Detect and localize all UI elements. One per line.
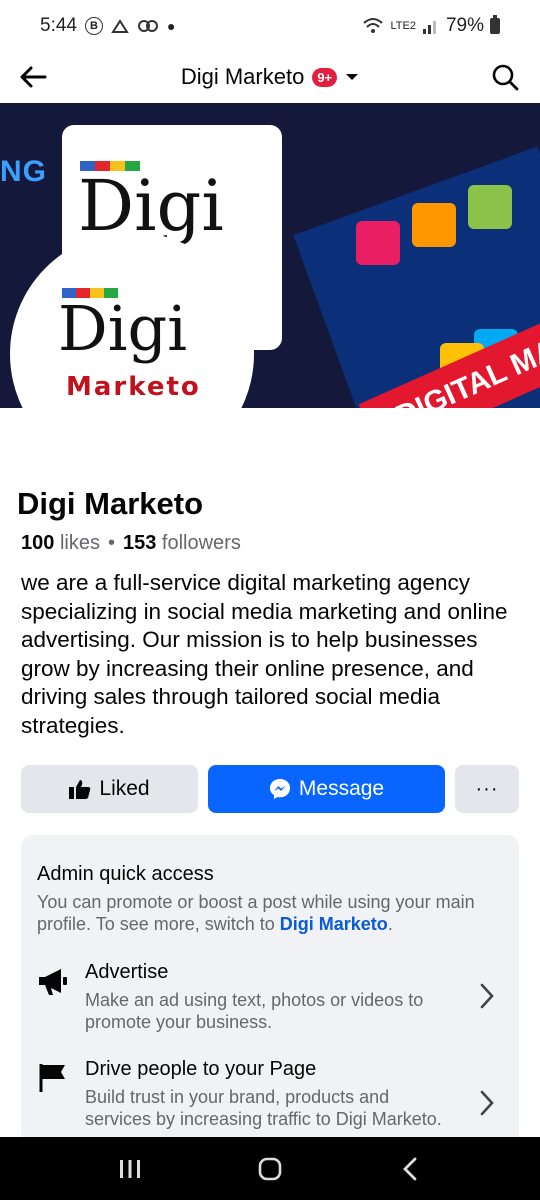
flag-icon (39, 1064, 65, 1092)
profile-logo-text: Digi (58, 292, 188, 365)
chevron-right-icon (480, 1090, 494, 1116)
cover-tile (412, 203, 456, 247)
chevron-left-icon (403, 1157, 417, 1180)
admin-quick-access-card: Admin quick access You can promote or bo… (21, 835, 519, 1145)
switch-profile-link[interactable]: Digi Marketo (280, 914, 388, 934)
cover-tile (468, 185, 512, 229)
drive-traffic-description: Build trust in your brand, products and … (85, 1087, 442, 1129)
more-dots-icon: ··· (475, 777, 499, 800)
nav-title: Digi Marketo (180, 64, 305, 89)
drive-traffic-title: Drive people to your Page (85, 1058, 317, 1080)
liked-label: Liked (99, 777, 150, 800)
home-icon (258, 1157, 282, 1180)
battery-percent: 79% (445, 15, 484, 36)
likes-stat: 100 likes (21, 532, 100, 554)
cover-tile (356, 221, 400, 265)
profile-logo-subtext: Marketo (66, 372, 201, 402)
more-options-button[interactable]: ··· (455, 765, 519, 813)
notification-icon (111, 19, 129, 33)
link-icon (137, 20, 158, 32)
home-button[interactable] (240, 1149, 300, 1189)
advertise-title: Advertise (85, 961, 169, 983)
b-app-icon: B (84, 17, 103, 35)
recent-apps-button[interactable] (100, 1149, 160, 1189)
battery-icon (490, 15, 500, 34)
chevron-right-icon (480, 983, 494, 1009)
messenger-icon (269, 779, 290, 799)
system-navigation-bar (0, 1137, 540, 1200)
advertise-description: Make an ad using text, photos or videos … (85, 990, 424, 1032)
wifi-icon (363, 18, 384, 33)
search-button[interactable] (488, 60, 522, 94)
stats-separator: • (107, 532, 115, 554)
status-bar: 5:44 B ● LTE2 79% (0, 0, 540, 52)
message-button[interactable]: Message (208, 765, 445, 813)
advertise-row[interactable]: Advertise Make an ad using text, photos … (37, 961, 507, 1033)
page-bio: we are a full-service digital marketing … (21, 570, 508, 738)
followers-stat: 153 followers (122, 532, 241, 554)
message-label: Message (298, 777, 385, 800)
status-time: 5:44 (40, 15, 77, 36)
thumbs-up-icon (69, 780, 91, 799)
admin-card-description: You can promote or boost a post while us… (37, 892, 475, 934)
megaphone-icon (39, 969, 67, 995)
admin-card-title: Admin quick access (37, 863, 214, 885)
page-stats[interactable]: 100 likes • 153 followers (21, 532, 241, 555)
profile-picture[interactable]: Digi Marketo (10, 232, 254, 476)
recent-apps-icon (120, 1159, 140, 1178)
cover-text: NG (0, 155, 47, 188)
network-label: LTE2 (390, 20, 416, 32)
signal-icon (422, 21, 436, 34)
page-title: Digi Marketo (17, 486, 204, 521)
notification-badge: 9+ (312, 67, 338, 87)
dot-indicator: ● (166, 18, 176, 34)
system-back-button[interactable] (380, 1149, 440, 1189)
liked-button[interactable]: Liked (21, 765, 198, 813)
top-navigation: Digi Marketo 9+ (0, 52, 540, 102)
caret-down-icon (346, 74, 359, 80)
page-switcher[interactable]: Digi Marketo 9+ (0, 52, 540, 102)
search-icon (492, 64, 519, 91)
drive-traffic-row[interactable]: Drive people to your Page Build trust in… (37, 1058, 507, 1138)
